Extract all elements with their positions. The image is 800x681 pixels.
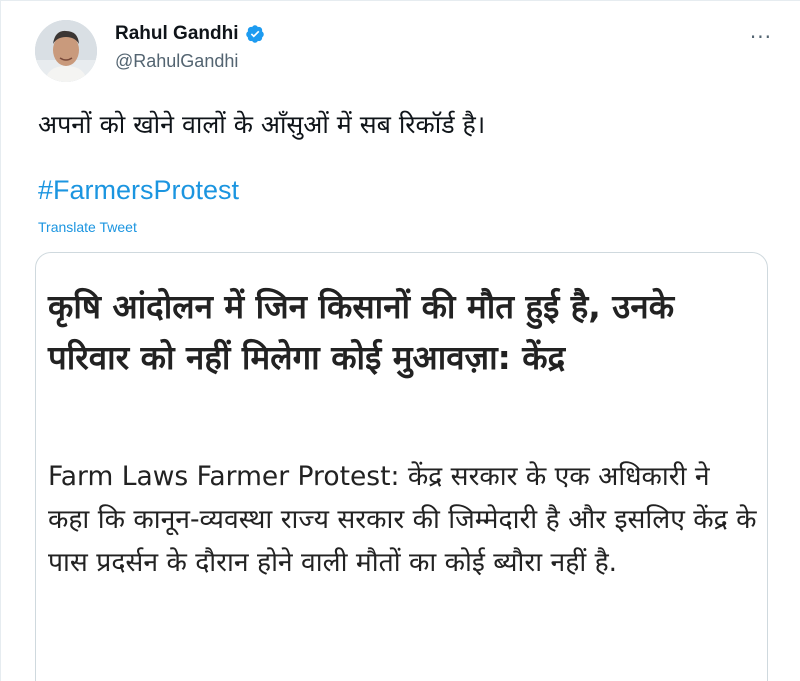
avatar[interactable] [35,20,97,82]
avatar-image [35,20,97,82]
link-preview-card[interactable]: कृषि आंदोलन में जिन किसानों की मौत हुई ह… [35,252,768,681]
author-handle[interactable]: @RahulGandhi [115,51,238,72]
translate-tweet-link[interactable]: Translate Tweet [38,219,137,235]
author-name[interactable]: Rahul Gandhi [115,23,239,45]
author-name-row[interactable]: Rahul Gandhi [115,23,265,45]
card-description: Farm Laws Farmer Protest: केंद्र सरकार क… [48,461,757,578]
card-headline: कृषि आंदोलन में जिन किसानों की मौत हुई ह… [48,287,675,377]
tweet: Rahul Gandhi @RahulGandhi ··· अपनों को ख… [0,0,800,681]
hashtag-link[interactable]: #FarmersProtest [38,175,239,206]
more-options-icon[interactable]: ··· [750,25,772,49]
tweet-text: अपनों को खोने वालों के आँसुओं में सब रिक… [38,110,486,139]
verified-badge-icon [245,24,265,44]
